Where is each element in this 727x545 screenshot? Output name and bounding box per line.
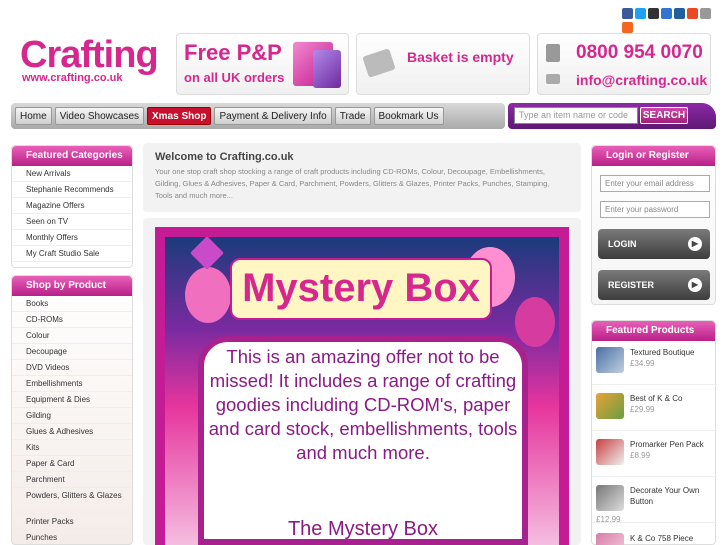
product-name[interactable]: Best of K & Co bbox=[630, 393, 714, 404]
welcome-box: Welcome to Crafting.co.uk Your one stop … bbox=[143, 143, 581, 212]
basket-icon bbox=[362, 48, 396, 78]
login-panel: Login or Register Enter your email addre… bbox=[591, 145, 716, 305]
stumbleupon-icon[interactable] bbox=[687, 8, 698, 19]
product-thumbnail[interactable] bbox=[596, 393, 624, 419]
category-item[interactable]: Magazine Offers bbox=[12, 198, 132, 214]
search-input[interactable]: Type an item name or code bbox=[514, 107, 638, 124]
phone-number: 0800 954 0070 bbox=[576, 42, 703, 63]
postage-subline: on all UK orders bbox=[184, 70, 285, 85]
product-thumbnail[interactable] bbox=[596, 347, 624, 373]
product-item[interactable]: Textured Boutique £34.99 bbox=[592, 341, 717, 385]
product-category-item[interactable]: Embellishments bbox=[12, 376, 132, 392]
balloon-decoration bbox=[185, 267, 231, 323]
product-thumbnail[interactable] bbox=[596, 439, 624, 465]
search-button[interactable]: SEARCH bbox=[640, 107, 688, 124]
mystery-box-subtitle: The Mystery Box bbox=[287, 518, 439, 540]
category-item[interactable]: Monthly Offers bbox=[12, 230, 132, 246]
product-name[interactable]: K & Co 758 Piece bbox=[630, 533, 714, 544]
nav-home[interactable]: Home bbox=[15, 107, 52, 125]
product-category-item[interactable]: Books bbox=[12, 296, 132, 312]
facebook-icon[interactable] bbox=[622, 8, 633, 19]
main-nav: Home Video Showcases Xmas Shop Payment &… bbox=[11, 103, 505, 129]
nav-bookmark[interactable]: Bookmark Us bbox=[373, 107, 444, 125]
mystery-box-title: Mystery Box bbox=[230, 258, 492, 320]
arrow-right-icon: ▶ bbox=[688, 278, 702, 292]
featured-categories-panel: Featured Categories New Arrivals Stephan… bbox=[11, 145, 133, 268]
contact-email[interactable]: info@crafting.co.uk bbox=[576, 72, 707, 88]
product-category-item[interactable]: Powders, Glitters & Glazes bbox=[12, 488, 132, 514]
basket-status: Basket is empty bbox=[407, 49, 514, 65]
product-item[interactable]: Best of K & Co £29.99 bbox=[592, 387, 717, 431]
nav-xmas-shop[interactable]: Xmas Shop bbox=[147, 107, 212, 125]
postage-headline: Free P&P bbox=[184, 40, 282, 65]
product-item[interactable]: K & Co 758 Piece bbox=[592, 527, 717, 545]
shop-by-product-title: Shop by Product bbox=[12, 276, 132, 296]
product-category-item[interactable]: DVD Videos bbox=[12, 360, 132, 376]
product-category-item[interactable]: Colour bbox=[12, 328, 132, 344]
product-category-item[interactable]: Glues & Adhesives bbox=[12, 424, 132, 440]
product-category-item[interactable]: Decoupage bbox=[12, 344, 132, 360]
twitter-icon[interactable] bbox=[635, 8, 646, 19]
digg-icon[interactable] bbox=[674, 8, 685, 19]
register-button[interactable]: REGISTER ▶ bbox=[598, 270, 710, 300]
contact-panel: 0800 954 0070 info@crafting.co.uk bbox=[537, 33, 711, 95]
logo-title: Crafting bbox=[20, 34, 159, 76]
login-button[interactable]: LOGIN ▶ bbox=[598, 229, 710, 259]
category-item[interactable]: New Arrivals bbox=[12, 166, 132, 182]
product-thumbnail[interactable] bbox=[596, 533, 624, 545]
shopping-bag-icon bbox=[313, 50, 341, 88]
product-name[interactable]: Textured Boutique bbox=[630, 347, 714, 358]
product-category-item[interactable]: Equipment & Dies bbox=[12, 392, 132, 408]
product-price: £34.99 bbox=[630, 359, 655, 368]
login-label: LOGIN bbox=[608, 239, 637, 249]
featured-products-title: Featured Products bbox=[592, 321, 715, 341]
social-icons bbox=[622, 8, 718, 34]
balloon-decoration bbox=[515, 297, 555, 347]
product-item[interactable]: Promarker Pen Pack £8.99 bbox=[592, 433, 717, 477]
welcome-text: Your one stop craft shop stocking a rang… bbox=[155, 167, 550, 200]
category-item[interactable]: My Craft Studio Sale bbox=[12, 246, 132, 262]
nav-payment-delivery[interactable]: Payment & Delivery Info bbox=[214, 107, 332, 125]
star-decoration bbox=[190, 237, 224, 270]
shop-by-product-panel: Shop by Product Books CD-ROMs Colour Dec… bbox=[11, 275, 133, 545]
myspace-icon[interactable] bbox=[648, 8, 659, 19]
product-name[interactable]: Promarker Pen Pack bbox=[630, 439, 714, 450]
product-category-item[interactable]: Paper & Card bbox=[12, 456, 132, 472]
mystery-box-description: This is an amazing offer not to be misse… bbox=[208, 346, 518, 463]
product-item[interactable]: Decorate Your Own Button £12.99 bbox=[592, 479, 717, 524]
phone-icon bbox=[546, 44, 560, 62]
password-field[interactable]: Enter your password bbox=[600, 201, 710, 218]
plus-icon[interactable] bbox=[622, 22, 633, 33]
featured-products-panel: Featured Products Textured Boutique £34.… bbox=[591, 320, 717, 545]
free-postage-banner[interactable]: Free P&P on all UK orders bbox=[176, 33, 349, 95]
delicious-icon[interactable] bbox=[661, 8, 672, 19]
featured-categories-title: Featured Categories bbox=[12, 146, 132, 166]
category-item[interactable]: Stephanie Recommends bbox=[12, 182, 132, 198]
site-logo[interactable]: Crafting www.crafting.co.uk bbox=[20, 36, 162, 84]
product-category-item[interactable]: Punches bbox=[12, 530, 132, 545]
product-price: £8.99 bbox=[630, 451, 651, 460]
register-label: REGISTER bbox=[608, 280, 655, 290]
email-icon[interactable] bbox=[700, 8, 711, 19]
email-icon bbox=[546, 74, 560, 84]
nav-trade[interactable]: Trade bbox=[334, 107, 371, 125]
arrow-right-icon: ▶ bbox=[688, 237, 702, 251]
product-price: £12.99 bbox=[596, 515, 621, 524]
product-category-item[interactable]: Parchment bbox=[12, 472, 132, 488]
email-field[interactable]: Enter your email address bbox=[600, 175, 710, 192]
product-category-item[interactable]: Gilding bbox=[12, 408, 132, 424]
welcome-title: Welcome to Crafting.co.uk bbox=[155, 151, 294, 163]
product-category-item[interactable]: Kits bbox=[12, 440, 132, 456]
product-category-item[interactable]: Printer Packs bbox=[12, 514, 132, 530]
nav-video-showcases[interactable]: Video Showcases bbox=[54, 107, 144, 125]
basket-panel[interactable]: Basket is empty bbox=[356, 33, 530, 95]
product-thumbnail[interactable] bbox=[596, 485, 624, 511]
product-category-item[interactable]: CD-ROMs bbox=[12, 312, 132, 328]
category-item[interactable]: Seen on TV bbox=[12, 214, 132, 230]
product-name[interactable]: Decorate Your Own Button bbox=[630, 485, 714, 507]
product-price: £29.99 bbox=[630, 405, 655, 414]
login-title: Login or Register bbox=[592, 146, 715, 166]
